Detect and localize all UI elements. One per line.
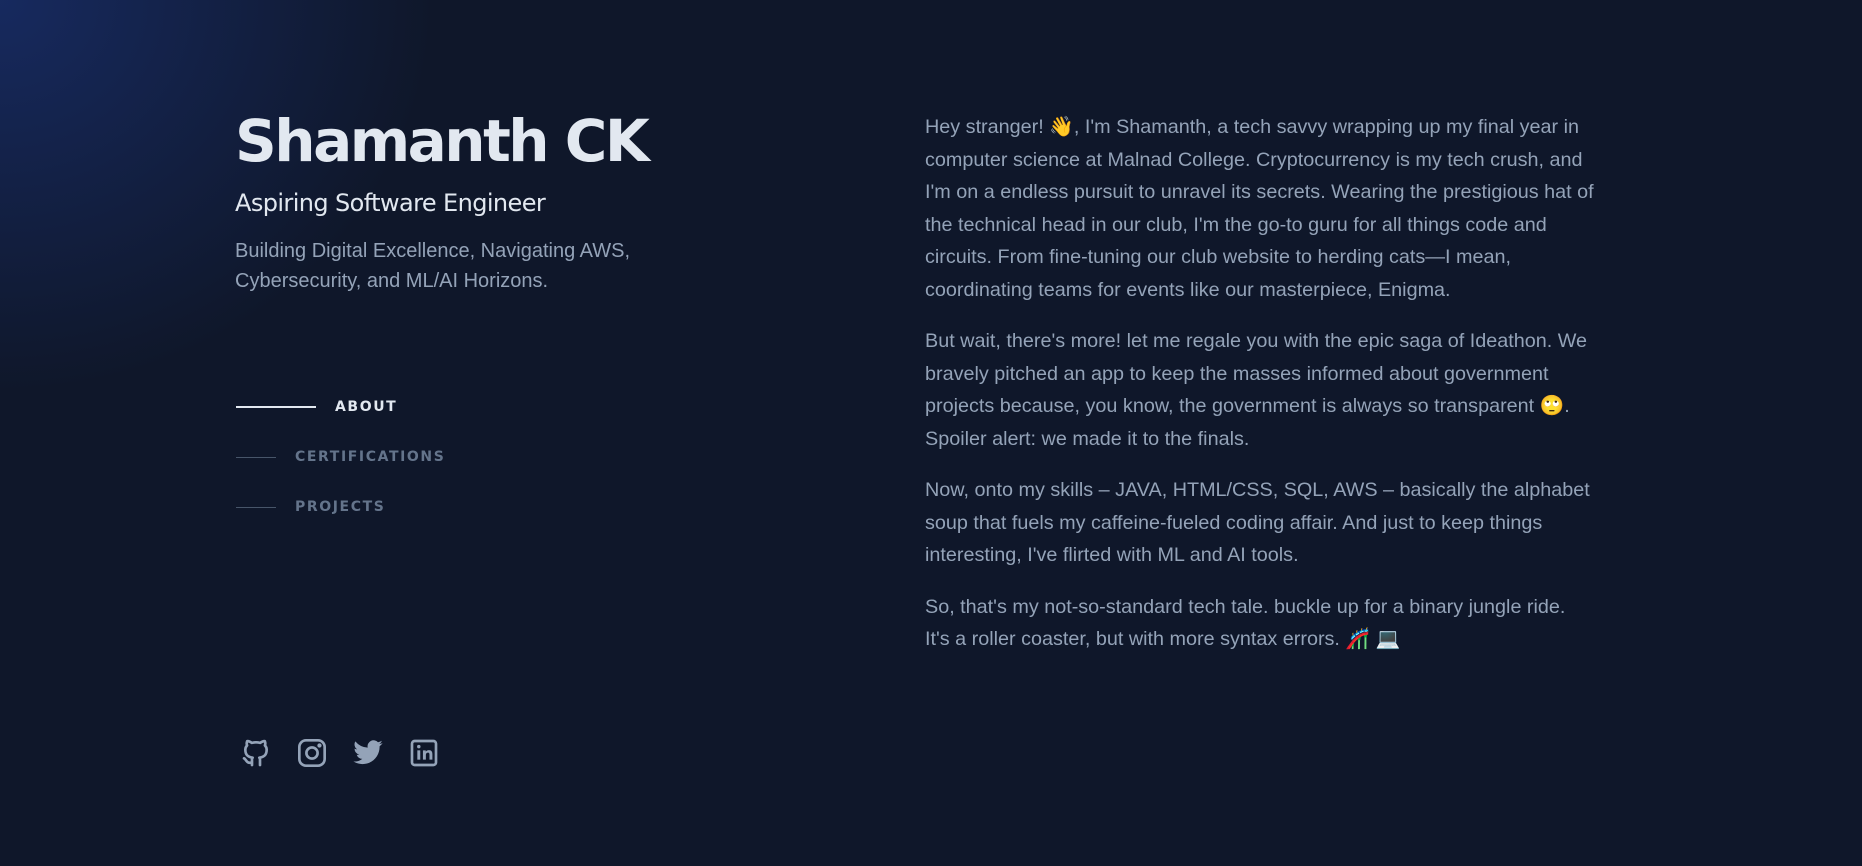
nav-item-about[interactable]: ABOUT bbox=[236, 396, 445, 418]
job-title: Aspiring Software Engineer bbox=[235, 189, 546, 217]
profile-header: Shamanth CK Aspiring Software Engineer B… bbox=[235, 104, 695, 296]
twitter-link[interactable] bbox=[352, 737, 384, 769]
linkedin-link[interactable] bbox=[408, 737, 440, 769]
nav-item-projects[interactable]: PROJECTS bbox=[236, 496, 445, 518]
github-link[interactable] bbox=[240, 737, 272, 769]
nav-indicator-line bbox=[236, 456, 276, 458]
nav-item-label: PROJECTS bbox=[295, 499, 386, 515]
page-title: Shamanth CK bbox=[235, 107, 650, 175]
about-paragraph: Now, onto my skills – JAVA, HTML/CSS, SQ… bbox=[925, 479, 1590, 566]
nav-indicator-line bbox=[236, 406, 316, 408]
github-icon bbox=[242, 739, 268, 767]
tagline: Building Digital Excellence, Navigating … bbox=[235, 240, 631, 292]
nav-item-label: CERTIFICATIONS bbox=[295, 449, 446, 465]
about-section: Hey stranger! 👋, I'm Shamanth, a tech sa… bbox=[925, 111, 1595, 675]
nav-item-label: ABOUT bbox=[335, 399, 398, 415]
instagram-link[interactable] bbox=[296, 737, 328, 769]
nav-item-certifications[interactable]: CERTIFICATIONS bbox=[236, 446, 445, 468]
section-nav: ABOUT CERTIFICATIONS PROJECTS bbox=[236, 396, 445, 546]
about-paragraph: But wait, there's more! let me regale yo… bbox=[925, 330, 1588, 450]
instagram-icon bbox=[298, 739, 326, 767]
social-links bbox=[240, 737, 440, 769]
nav-indicator-line bbox=[236, 506, 276, 508]
twitter-icon bbox=[353, 740, 383, 765]
about-paragraph: Hey stranger! 👋, I'm Shamanth, a tech sa… bbox=[925, 116, 1594, 301]
linkedin-icon bbox=[410, 739, 438, 767]
about-paragraph: So, that's my not-so-standard tech tale.… bbox=[925, 595, 1566, 651]
